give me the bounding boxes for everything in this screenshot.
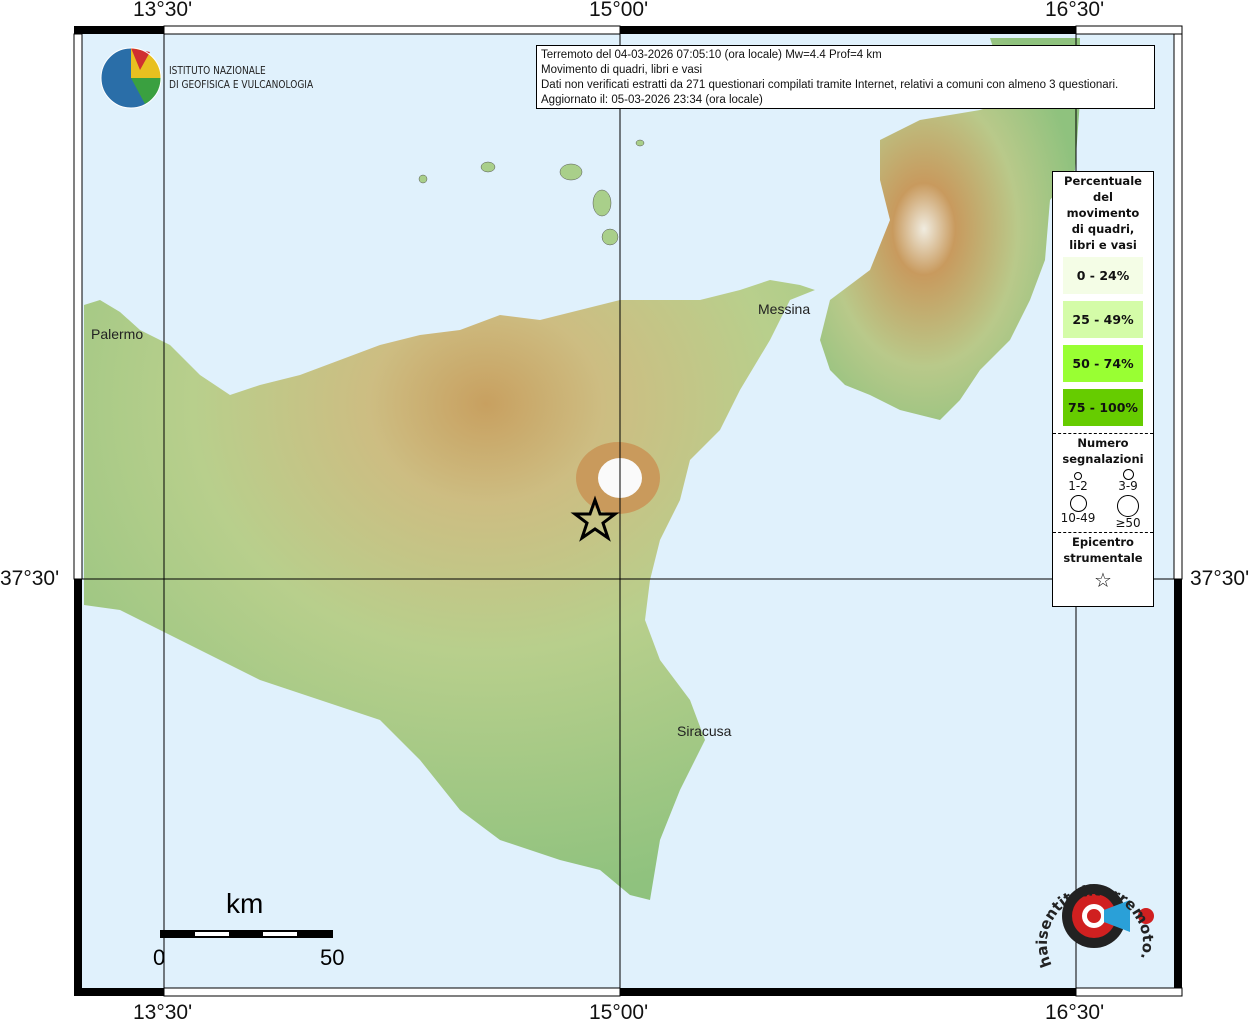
lon-label: 13°30' xyxy=(133,1001,193,1024)
city-palermo: Palermo xyxy=(91,326,144,342)
count-1-2: 1-2 xyxy=(1068,479,1088,493)
scale-start: 0 xyxy=(153,945,166,970)
count-3-9: 3-9 xyxy=(1118,479,1138,493)
legend-title: Percentuale del movimento di quadri, lib… xyxy=(1064,174,1142,252)
count-50plus: ≥50 xyxy=(1115,516,1141,530)
city-messina: Messina xyxy=(758,301,811,317)
count-title: Numero segnalazioni xyxy=(1062,436,1144,466)
brand-logo: haisentitoilterremoto.it www xyxy=(1030,855,1157,970)
legend-class-3: 75 - 100% xyxy=(1063,389,1143,426)
institute-name: ISTITUTO NAZIONALE DI GEOFISICA E VULCANO… xyxy=(169,64,314,91)
count-10-49: 10-49 xyxy=(1060,511,1096,525)
epicenter-title: Epicentro strumentale xyxy=(1063,535,1143,565)
scale-end: 50 xyxy=(320,945,345,970)
lon-label: 15°00' xyxy=(589,1001,649,1024)
brand-logo-text: haisentitoilterremoto.it www xyxy=(1030,855,1157,970)
star-icon: ☆ xyxy=(1094,568,1112,592)
legend-class-0: 0 - 24% xyxy=(1063,257,1143,294)
lon-label: 16°30' xyxy=(1045,0,1105,21)
lat-label: 37°30' xyxy=(1190,567,1250,590)
ingv-logo-icon xyxy=(100,47,162,109)
lon-label: 13°30' xyxy=(133,0,193,21)
legend-class-1: 25 - 49% xyxy=(1063,301,1143,338)
lon-label: 15°00' xyxy=(589,0,649,21)
legend: Percentuale del movimento di quadri, lib… xyxy=(1052,171,1154,607)
scale-unit: km xyxy=(226,888,264,919)
city-siracusa: Siracusa xyxy=(677,723,732,739)
lon-label: 16°30' xyxy=(1045,1001,1105,1024)
lat-label: 37°30' xyxy=(0,567,60,590)
event-info-box: Terremoto del 04-03-2026 07:05:10 (ora l… xyxy=(536,45,1155,109)
legend-class-2: 50 - 74% xyxy=(1063,345,1143,382)
scale-bar xyxy=(160,930,333,938)
